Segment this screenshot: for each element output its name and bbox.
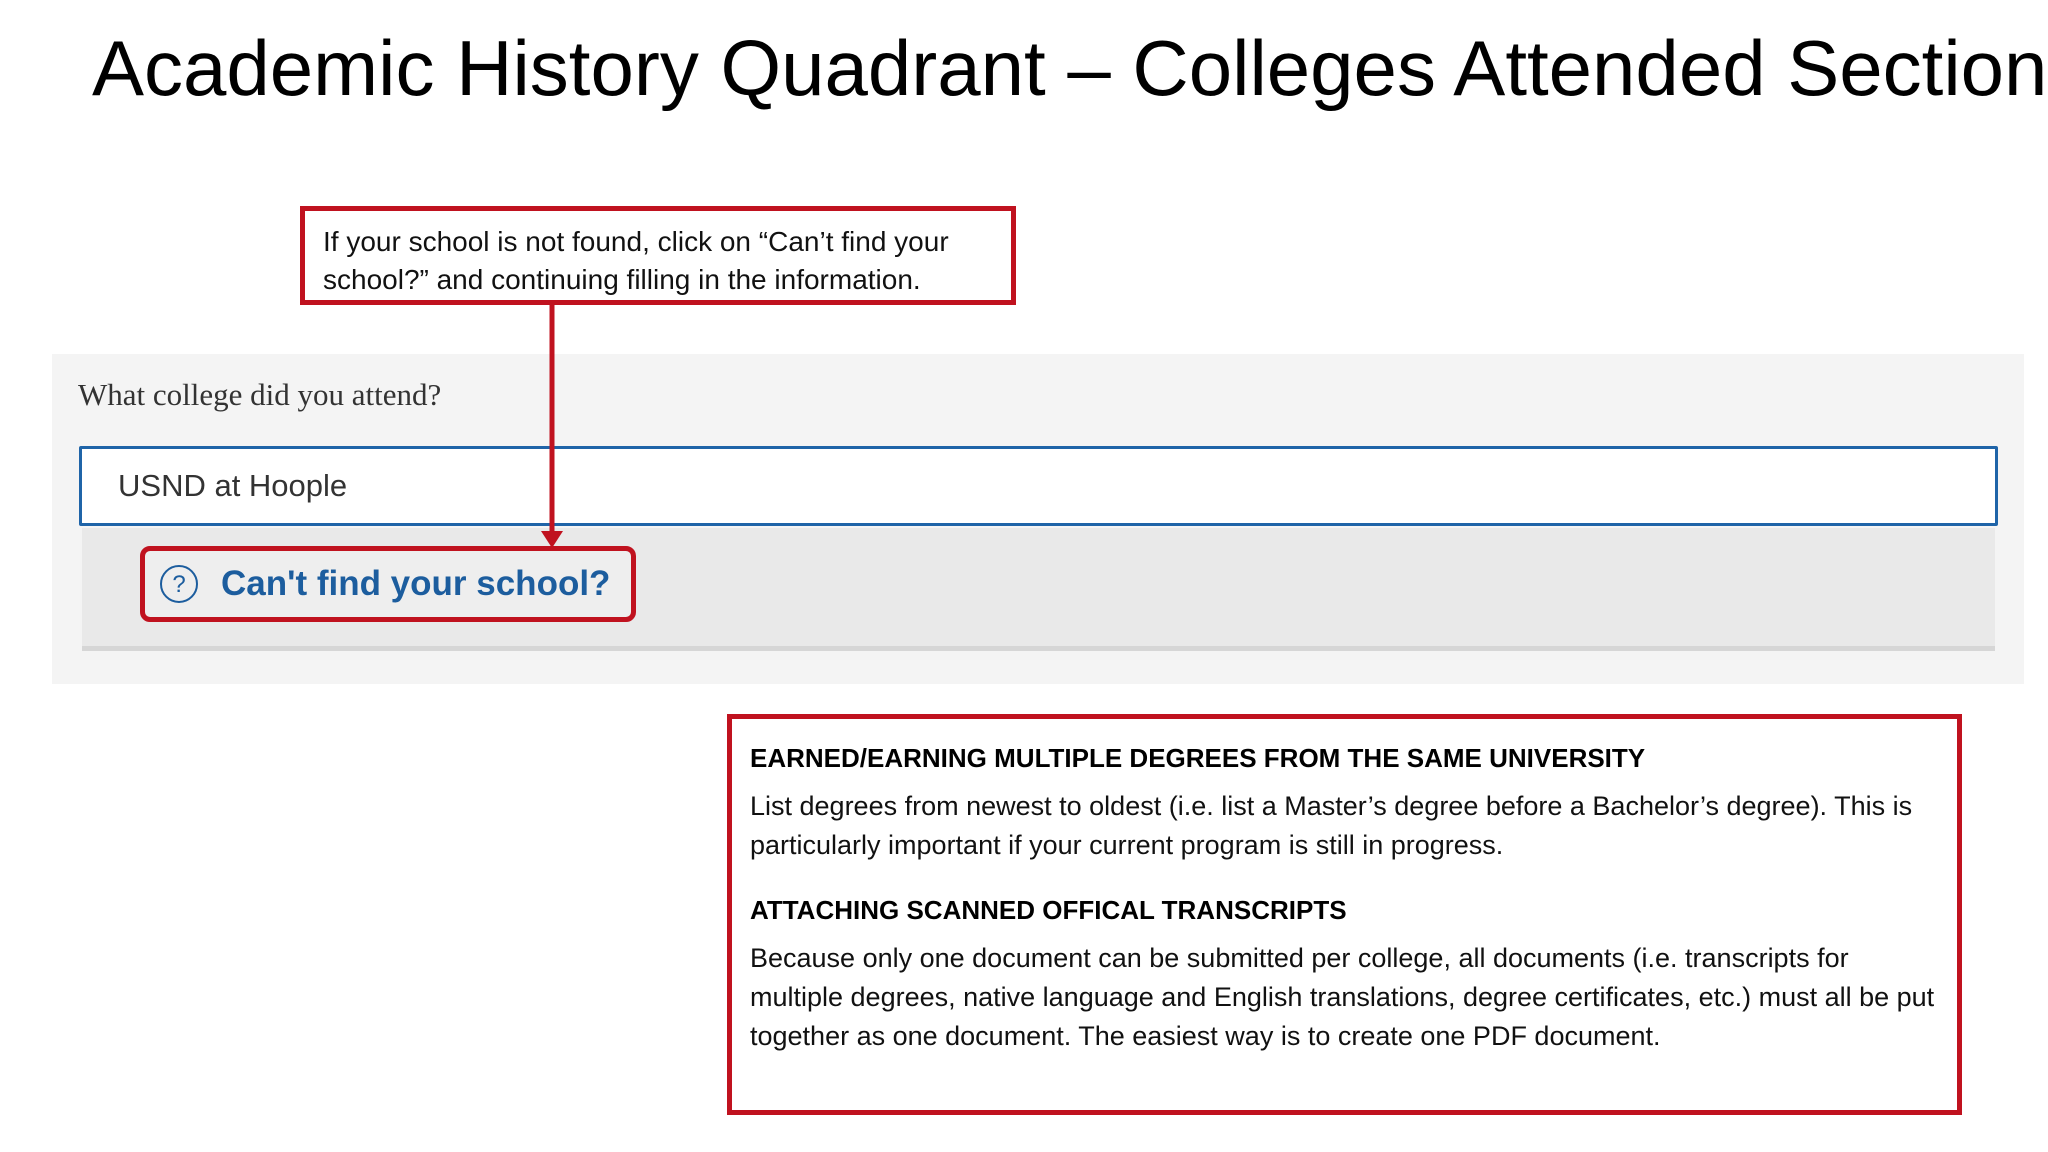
question-circle-icon: ?: [159, 564, 199, 604]
college-search-input[interactable]: [79, 446, 1998, 526]
callout-not-found-note: If your school is not found, click on “C…: [300, 206, 1016, 305]
slide-title: Academic History Quadrant – Colleges Att…: [92, 24, 2048, 112]
college-question-label: What college did you attend?: [78, 377, 442, 412]
transcripts-section: ATTACHING SCANNED OFFICAL TRANSCRIPTS Be…: [750, 893, 1939, 1056]
multiple-degrees-text: List degrees from newest to oldest (i.e.…: [750, 791, 1913, 860]
cant-find-school-label: Can't find your school?: [221, 564, 611, 603]
multiple-degrees-section: EARNED/EARNING MULTIPLE DEGREES FROM THE…: [750, 741, 1939, 865]
info-box: EARNED/EARNING MULTIPLE DEGREES FROM THE…: [727, 714, 1962, 1115]
svg-text:?: ?: [172, 571, 185, 598]
transcripts-heading: ATTACHING SCANNED OFFICAL TRANSCRIPTS: [750, 895, 1347, 925]
transcripts-text: Because only one document can be submitt…: [750, 943, 1935, 1051]
multiple-degrees-heading: EARNED/EARNING MULTIPLE DEGREES FROM THE…: [750, 743, 1646, 773]
cant-find-school-link[interactable]: ? Can't find your school?: [140, 546, 636, 622]
